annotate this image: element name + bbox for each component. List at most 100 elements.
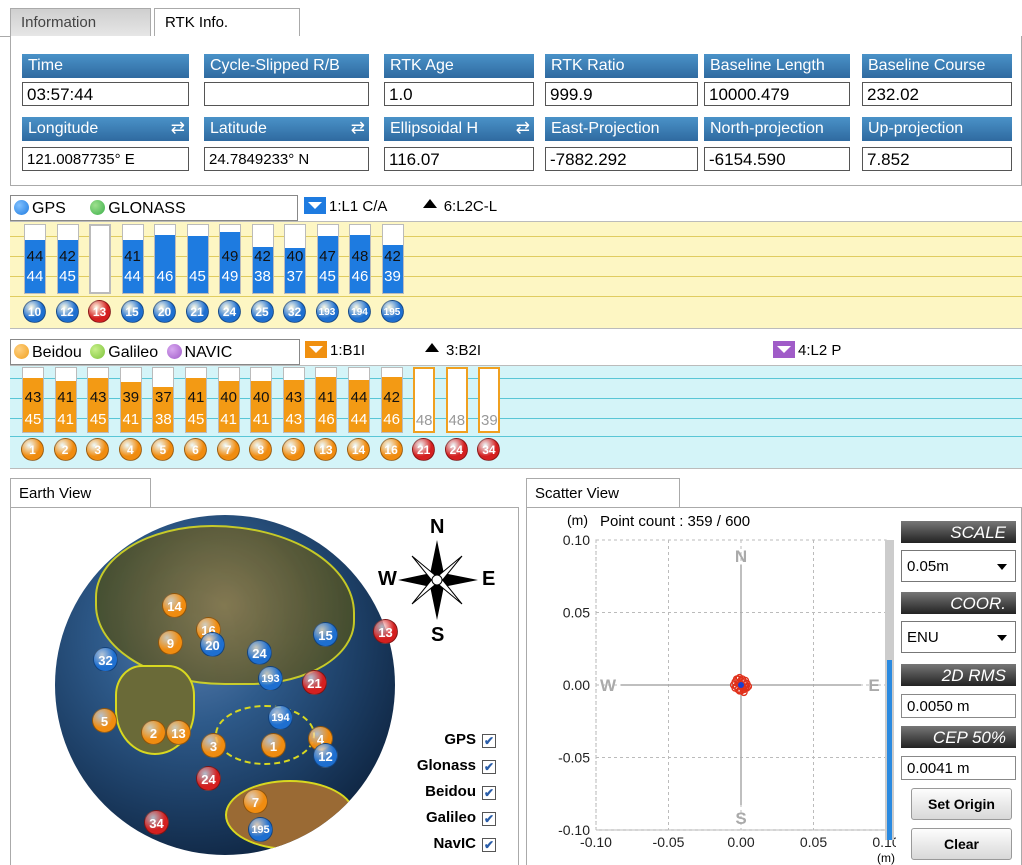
checkbox-row-galileo[interactable]: Galileo ✔ bbox=[426, 809, 496, 826]
snr-value-primary: 41 bbox=[187, 389, 205, 406]
signal-l2cl: 6:L2C-L bbox=[419, 198, 497, 215]
sky-satellite-2: 2 bbox=[141, 720, 166, 745]
snr-value-secondary: 45 bbox=[89, 411, 107, 428]
legend-glonass-label: GLONASS bbox=[108, 200, 186, 217]
snr-value-primary: 42 bbox=[384, 248, 401, 265]
prn-badge-4: 4 bbox=[118, 438, 142, 461]
checkbox-navic[interactable]: ✔ bbox=[482, 838, 496, 852]
prn-badge-25: 25 bbox=[250, 300, 274, 323]
signal-l2p: 4:L2 P bbox=[773, 341, 841, 359]
field-label-up-projection: Up-projection bbox=[862, 117, 1012, 141]
checkbox-gps[interactable]: ✔ bbox=[482, 734, 496, 748]
scale-select[interactable]: 0.05m bbox=[901, 550, 1016, 582]
snr-value-primary: 42 bbox=[383, 389, 400, 406]
legend-beidou-label: Beidou bbox=[32, 344, 82, 361]
field-value-longitude: 121.0087735° E bbox=[22, 147, 189, 171]
prn-badge-34: 34 bbox=[477, 438, 501, 461]
field-label-text: Cycle-Slipped R/B bbox=[210, 57, 340, 74]
coor-select[interactable]: ENU bbox=[901, 621, 1016, 653]
snr-bar-13: 41 46 bbox=[315, 367, 338, 433]
tab-information[interactable]: Information bbox=[10, 8, 151, 36]
checkbox-beidou[interactable]: ✔ bbox=[482, 786, 496, 800]
sky-satellite-15: 15 bbox=[313, 622, 338, 647]
field-value-up-projection: 7.852 bbox=[862, 147, 1012, 171]
snr-bar-15: 41 44 bbox=[121, 224, 144, 294]
gps-snr-band: 44 44 10 42 45 12 13 41 44 15 46 20 45 21 49 49 24 42 38 25… bbox=[10, 221, 1022, 329]
gps-signal-legend: 1:L1 C/A 6:L2C-L bbox=[304, 197, 497, 215]
snr-value-secondary: 38 bbox=[155, 411, 172, 428]
prn-badge-7: 7 bbox=[216, 438, 240, 461]
compass-e: E bbox=[482, 568, 496, 590]
y-tick-label: 0.10 bbox=[563, 532, 590, 548]
prn-badge-21: 21 bbox=[412, 438, 436, 461]
y-tick-label: -0.05 bbox=[558, 750, 590, 766]
sky-satellite-7: 7 bbox=[243, 789, 268, 814]
legend-gps-label: GPS bbox=[32, 200, 66, 217]
prn-badge-13: 13 bbox=[88, 300, 111, 323]
field-label-east-projection: East-Projection bbox=[545, 117, 698, 141]
field-value-cycle-slipped-r-b bbox=[204, 82, 369, 106]
refresh-icon[interactable]: ⇄ bbox=[516, 118, 530, 138]
checkbox-row-glonass[interactable]: Glonass ✔ bbox=[417, 757, 496, 774]
checkbox-row-gps[interactable]: GPS ✔ bbox=[444, 731, 496, 748]
cep-header: CEP 50% bbox=[901, 726, 1016, 748]
checkbox-galileo[interactable]: ✔ bbox=[482, 812, 496, 826]
field-value-time: 03:57:44 bbox=[22, 82, 189, 106]
field-label-latitude: Latitude ⇄ bbox=[204, 117, 369, 141]
snr-value-secondary: 38 bbox=[254, 268, 271, 285]
tab-earth-view[interactable]: Earth View bbox=[10, 478, 151, 508]
signal-l2cl-label: 6:L2C-L bbox=[443, 198, 498, 215]
prn-badge-24: 24 bbox=[444, 438, 468, 461]
snr-value-secondary: 39 bbox=[384, 268, 401, 285]
snr-bar-1: 43 45 bbox=[22, 367, 44, 433]
checkbox-glonass[interactable]: ✔ bbox=[482, 760, 496, 774]
snr-value-primary: 42 bbox=[254, 248, 271, 265]
field-label-text: RTK Ratio bbox=[551, 57, 625, 74]
snr-bar-21: 45 bbox=[186, 224, 209, 294]
legend-galileo-label: Galileo bbox=[108, 344, 159, 361]
checkbox-row-beidou[interactable]: Beidou ✔ bbox=[425, 783, 496, 800]
prn-badge-21: 21 bbox=[185, 300, 209, 323]
set-origin-button[interactable]: Set Origin bbox=[911, 788, 1012, 820]
bds-legend: Beidou Galileo NAVIC bbox=[14, 344, 232, 362]
snr-value-secondary: 45 bbox=[59, 268, 76, 285]
prn-badge-15: 15 bbox=[120, 300, 144, 323]
x-tick-label: 0.05 bbox=[800, 834, 827, 850]
refresh-icon[interactable]: ⇄ bbox=[351, 118, 365, 138]
snr-value-secondary: 48 bbox=[415, 412, 433, 429]
snr-value-primary: 43 bbox=[89, 389, 107, 406]
snr-bar-13 bbox=[89, 224, 111, 294]
clear-button[interactable]: Clear bbox=[911, 828, 1012, 860]
snr-bar-7: 40 41 bbox=[217, 367, 240, 433]
x-tick-label: -0.05 bbox=[653, 834, 685, 850]
tab-scatter-view[interactable]: Scatter View bbox=[526, 478, 680, 508]
galileo-legend-item: Galileo bbox=[90, 344, 158, 361]
refresh-icon[interactable]: ⇄ bbox=[171, 118, 185, 138]
continent-australia bbox=[225, 780, 355, 850]
checkbox-row-navic[interactable]: NavIC ✔ bbox=[433, 835, 496, 852]
signal-l2p-label: 4:L2 P bbox=[798, 342, 842, 359]
rms-header: 2D RMS bbox=[901, 664, 1016, 686]
dir-label-n: N bbox=[735, 547, 747, 566]
snr-value-primary: 40 bbox=[252, 389, 270, 406]
prn-badge-14: 14 bbox=[347, 438, 370, 461]
field-label-time: Time bbox=[22, 54, 189, 78]
band-gridline bbox=[10, 436, 1022, 437]
coor-select-value: ENU bbox=[907, 629, 939, 646]
snr-value-primary: 41 bbox=[124, 248, 141, 265]
snr-bar-194: 48 46 bbox=[349, 224, 371, 294]
snr-value-primary: 49 bbox=[221, 248, 239, 265]
sky-satellite-34: 34 bbox=[144, 810, 169, 835]
sky-satellite-24: 24 bbox=[247, 640, 272, 665]
snr-bar-9: 43 43 bbox=[282, 367, 305, 433]
down-arrow-icon bbox=[305, 341, 327, 358]
snr-bar-10: 44 44 bbox=[24, 224, 46, 294]
prn-badge-193: 193 bbox=[315, 300, 339, 323]
scatter-vertical-bar bbox=[885, 540, 894, 840]
field-label-baseline-course: Baseline Course bbox=[862, 54, 1012, 78]
tab-rtk-info[interactable]: RTK Info. bbox=[154, 8, 300, 37]
snr-value-secondary: 45 bbox=[187, 411, 205, 428]
snr-bar-8: 40 41 bbox=[250, 367, 273, 433]
gps-dot-icon bbox=[14, 200, 29, 215]
snr-value-secondary: 46 bbox=[383, 411, 400, 428]
